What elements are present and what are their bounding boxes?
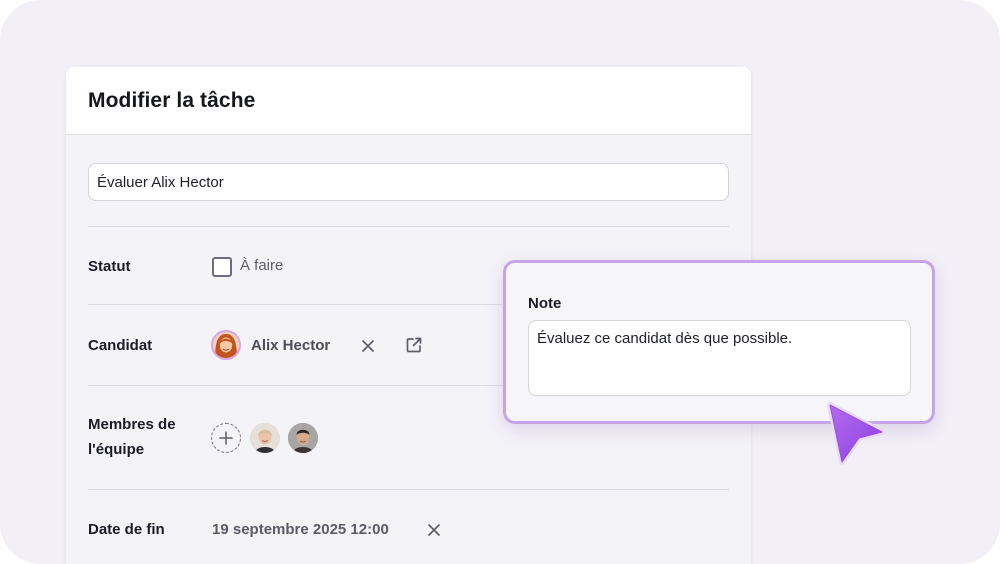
team-member-avatar-image — [288, 423, 318, 453]
modal-header: Modifier la tâche — [66, 67, 751, 135]
team-member-avatar[interactable] — [250, 423, 280, 453]
divider — [88, 489, 729, 490]
note-card: Note Évaluez ce candidat dès que possibl… — [503, 260, 935, 424]
due-date-value[interactable]: 19 septembre 2025 12:00 — [212, 521, 389, 538]
team-member-avatar[interactable] — [288, 423, 318, 453]
remove-candidate-button[interactable] — [358, 336, 378, 356]
task-name-input[interactable] — [88, 163, 729, 201]
candidate-label: Candidat — [88, 337, 153, 354]
candidate-name[interactable]: Alix Hector — [251, 337, 330, 354]
modal-title: Modifier la tâche — [88, 88, 256, 112]
clear-due-date-button[interactable] — [424, 520, 444, 540]
team-member-avatar-image — [250, 423, 280, 453]
candidate-avatar-image — [213, 332, 239, 358]
add-team-member-button[interactable] — [211, 423, 241, 453]
external-link-icon — [406, 337, 422, 353]
due-date-label: Date de fin — [88, 521, 165, 538]
team-members-label: Membres de l'équipe — [88, 412, 176, 462]
close-icon — [428, 524, 440, 536]
add-member-icon — [219, 431, 233, 445]
note-label: Note — [528, 295, 562, 312]
cursor-arrow-icon — [827, 402, 885, 465]
note-textarea[interactable]: Évaluez ce candidat dès que possible. — [528, 320, 911, 396]
status-option-label: À faire — [240, 257, 284, 274]
open-candidate-button[interactable] — [404, 335, 424, 355]
team-members-label-line1: Membres de — [88, 416, 176, 433]
divider — [88, 226, 729, 227]
canvas-background: Modifier la tâche Statut À faire Candida… — [0, 0, 1000, 564]
close-icon — [362, 340, 374, 352]
status-label: Statut — [88, 258, 131, 275]
status-checkbox[interactable] — [212, 257, 232, 277]
candidate-avatar — [211, 330, 241, 360]
team-members-label-line2: l'équipe — [88, 441, 145, 458]
